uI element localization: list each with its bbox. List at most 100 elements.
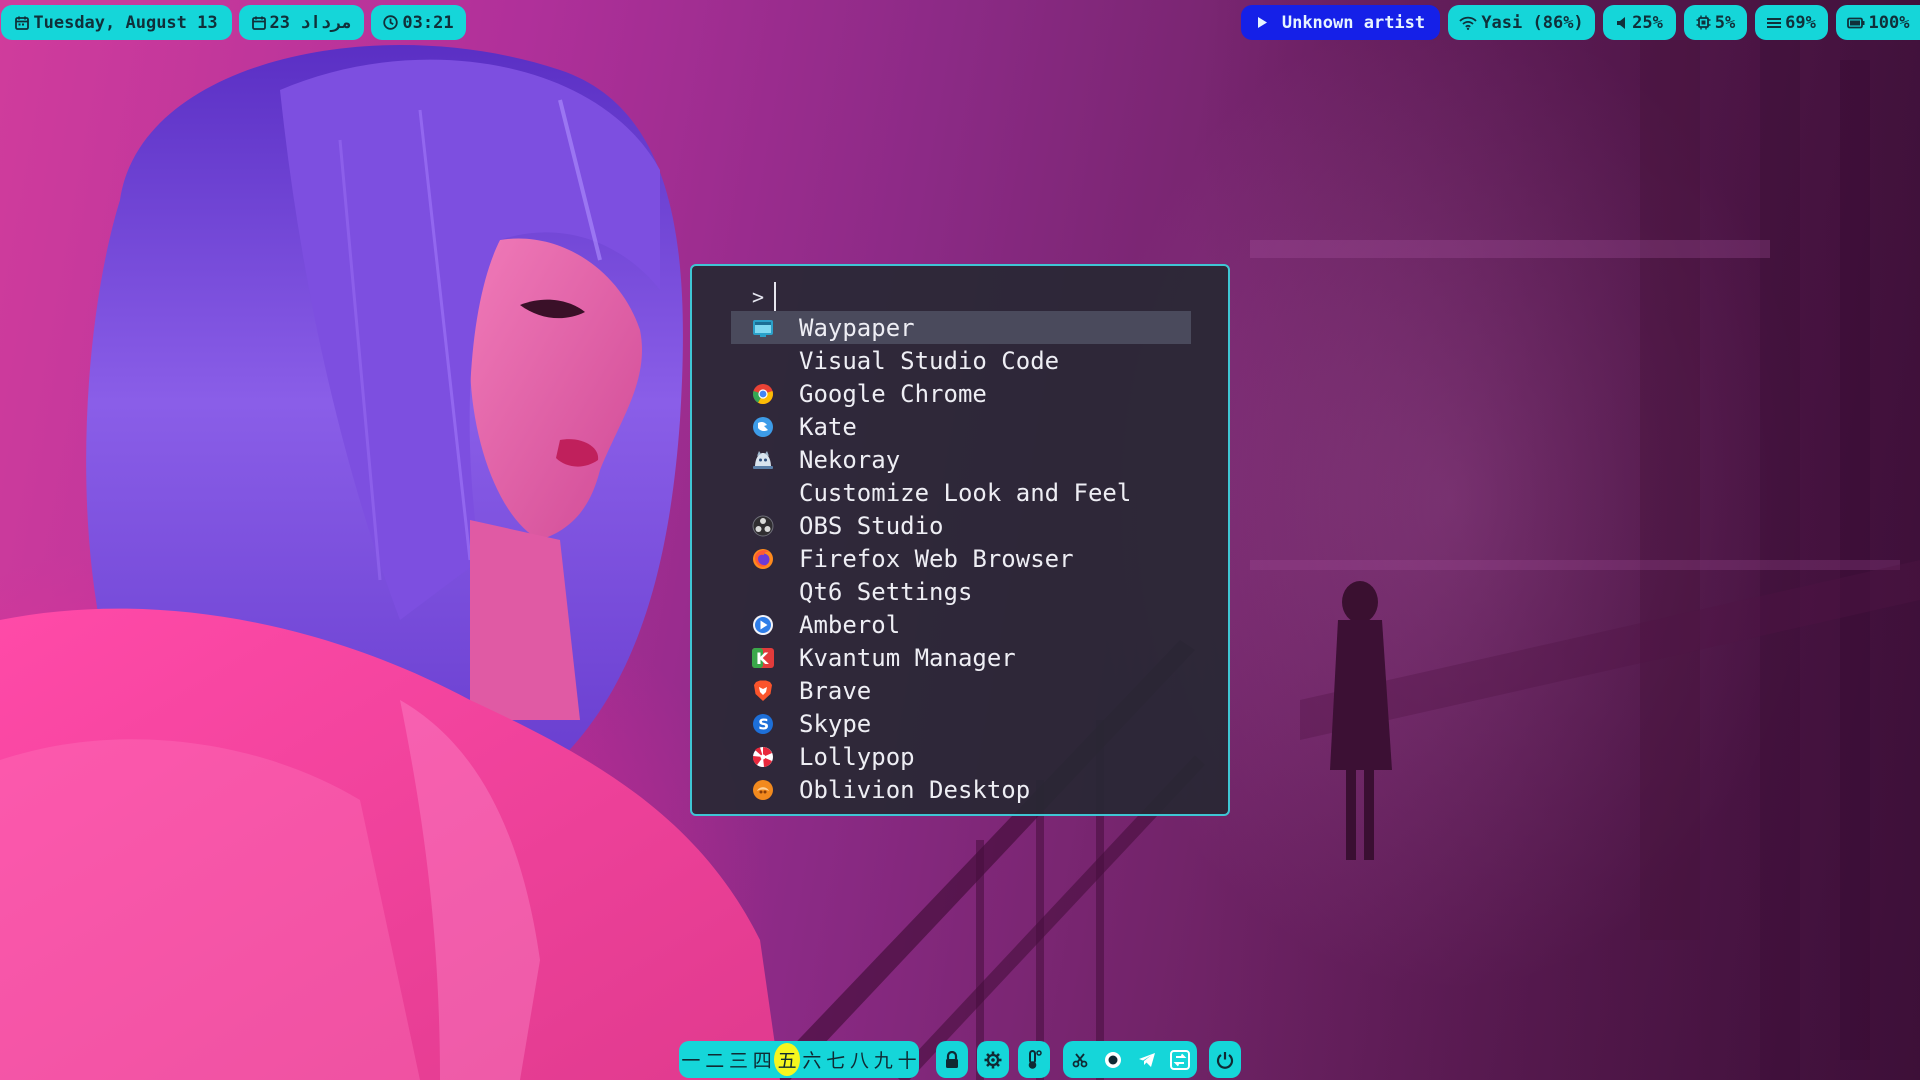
power-button[interactable] xyxy=(1209,1041,1241,1078)
chrome-icon xyxy=(751,382,775,406)
prompt-symbol: > xyxy=(752,285,765,309)
screenshot-button[interactable] xyxy=(1065,1045,1095,1075)
memory-widget[interactable]: 69% xyxy=(1755,5,1828,40)
svg-text:K: K xyxy=(756,649,769,668)
list-item-label: Waypaper xyxy=(799,313,915,342)
cpu-widget[interactable]: 5% xyxy=(1684,5,1747,40)
persian-date-label: 23 مرداد xyxy=(269,12,352,33)
list-item-label: OBS Studio xyxy=(799,511,944,540)
power-icon xyxy=(1210,1045,1240,1075)
launcher-prompt: > xyxy=(752,281,1157,313)
waypaper-icon xyxy=(751,316,775,340)
workspace-7[interactable]: 七 xyxy=(824,1043,848,1076)
obs-icon xyxy=(751,514,775,538)
battery-icon xyxy=(1846,17,1865,29)
launcher-search-input[interactable] xyxy=(774,282,1157,312)
workspace-3[interactable]: 三 xyxy=(727,1043,751,1076)
gear-icon xyxy=(978,1045,1008,1075)
list-item-kate[interactable]: Kate xyxy=(731,410,1191,443)
cpu-icon xyxy=(1696,15,1711,30)
battery-label: 100% xyxy=(1868,12,1910,33)
workspace-2[interactable]: 二 xyxy=(703,1043,727,1076)
list-item-brave[interactable]: Brave xyxy=(731,674,1191,707)
calendar-icon xyxy=(15,16,30,30)
persian-date-widget[interactable]: 23 مرداد xyxy=(239,5,364,40)
list-item-waypaper[interactable]: Waypaper xyxy=(731,311,1191,344)
record-icon xyxy=(1105,1051,1122,1068)
window-switch-icon xyxy=(1170,1049,1191,1070)
list-item-nekoray[interactable]: Nekoray xyxy=(731,443,1191,476)
kate-icon xyxy=(751,415,775,439)
list-item-label: Google Chrome xyxy=(799,379,987,408)
lollypop-icon xyxy=(751,745,775,769)
media-player-widget[interactable]: Unknown artist xyxy=(1241,5,1440,40)
list-item-firefox-web-browser[interactable]: Firefox Web Browser xyxy=(731,542,1191,575)
workspace-4[interactable]: 四 xyxy=(750,1043,774,1076)
media-artist-label: Unknown artist xyxy=(1281,12,1426,33)
launcher-results-list: Waypaper Visual Studio Code Google Chrom… xyxy=(731,311,1191,806)
telegram-icon xyxy=(1138,1052,1155,1067)
list-item-label: Nekoray xyxy=(799,445,901,474)
wifi-icon xyxy=(1459,16,1477,30)
workspace-10[interactable]: 十 xyxy=(895,1043,919,1076)
list-item-label: Kate xyxy=(799,412,857,441)
list-item-google-chrome[interactable]: Google Chrome xyxy=(731,377,1191,410)
firefox-icon xyxy=(751,547,775,571)
volume-label: 25% xyxy=(1632,12,1663,33)
quick-actions-group xyxy=(1063,1041,1197,1078)
app-launcher: > Waypaper Visual Studio Code Google Chr… xyxy=(690,264,1230,816)
list-item-amberol[interactable]: Amberol xyxy=(731,608,1191,641)
list-item-label: Visual Studio Code xyxy=(799,346,1060,375)
nekoray-icon xyxy=(751,448,775,472)
scissors-icon xyxy=(1072,1052,1088,1067)
list-item-label: Skype xyxy=(799,709,872,738)
list-item-obs-studio[interactable]: OBS Studio xyxy=(731,509,1191,542)
telegram-button[interactable] xyxy=(1132,1045,1162,1075)
svg-text:S: S xyxy=(758,715,769,733)
record-button[interactable] xyxy=(1098,1045,1128,1075)
memory-label: 69% xyxy=(1785,12,1816,33)
list-item-kvantum-manager[interactable]: K Kvantum Manager xyxy=(731,641,1191,674)
workspace-6[interactable]: 六 xyxy=(800,1043,824,1076)
list-item-visual-studio-code[interactable]: Visual Studio Code xyxy=(731,344,1191,377)
workspace-9[interactable]: 九 xyxy=(871,1043,895,1076)
date-widget[interactable]: Tuesday, August 13 xyxy=(1,5,232,40)
workspace-switcher: 一 二 三 四 五 六 七 八 九 十 xyxy=(679,1041,919,1078)
calendar-icon xyxy=(251,16,266,30)
battery-widget[interactable]: 100% xyxy=(1836,5,1920,40)
speaker-icon xyxy=(1616,16,1628,30)
date-label: Tuesday, August 13 xyxy=(33,12,218,33)
clock-icon xyxy=(383,15,399,30)
workspace-5[interactable]: 五 xyxy=(774,1043,800,1076)
amberol-icon xyxy=(751,613,775,637)
list-item-label: Amberol xyxy=(799,610,901,639)
list-item-lollypop[interactable]: Lollypop xyxy=(731,740,1191,773)
skype-icon: S xyxy=(751,712,775,736)
wifi-widget[interactable]: Yasi (86%) xyxy=(1448,5,1595,40)
workspace-8[interactable]: 八 xyxy=(848,1043,872,1076)
lock-button[interactable] xyxy=(936,1041,968,1078)
clock-label: 03:21 xyxy=(402,12,454,33)
wifi-label: Yasi (86%) xyxy=(1481,12,1584,33)
settings-button[interactable] xyxy=(977,1041,1009,1078)
temperature-button[interactable] xyxy=(1018,1041,1050,1078)
memory-icon xyxy=(1767,17,1782,29)
list-item-customize-look-and-feel[interactable]: Customize Look and Feel xyxy=(731,476,1191,509)
list-item-label: Qt6 Settings xyxy=(799,577,973,606)
list-item-label: Oblivion Desktop xyxy=(799,775,1031,804)
thermometer-icon xyxy=(1019,1045,1049,1075)
volume-widget[interactable]: 25% xyxy=(1603,5,1676,40)
list-item-oblivion-desktop[interactable]: Oblivion Desktop xyxy=(731,773,1191,806)
list-item-qt6-settings[interactable]: Qt6 Settings xyxy=(731,575,1191,608)
list-item-label: Customize Look and Feel xyxy=(799,478,1132,507)
kvantum-icon: K xyxy=(751,646,775,670)
lock-icon xyxy=(937,1045,967,1075)
window-switcher-button[interactable] xyxy=(1165,1045,1195,1075)
clock-widget[interactable]: 03:21 xyxy=(371,5,466,40)
workspace-1[interactable]: 一 xyxy=(679,1043,703,1076)
play-icon xyxy=(1256,16,1268,29)
list-item-label: Kvantum Manager xyxy=(799,643,1016,672)
list-item-label: Brave xyxy=(799,676,872,705)
list-item-label: Lollypop xyxy=(799,742,915,771)
list-item-skype[interactable]: S Skype xyxy=(731,707,1191,740)
